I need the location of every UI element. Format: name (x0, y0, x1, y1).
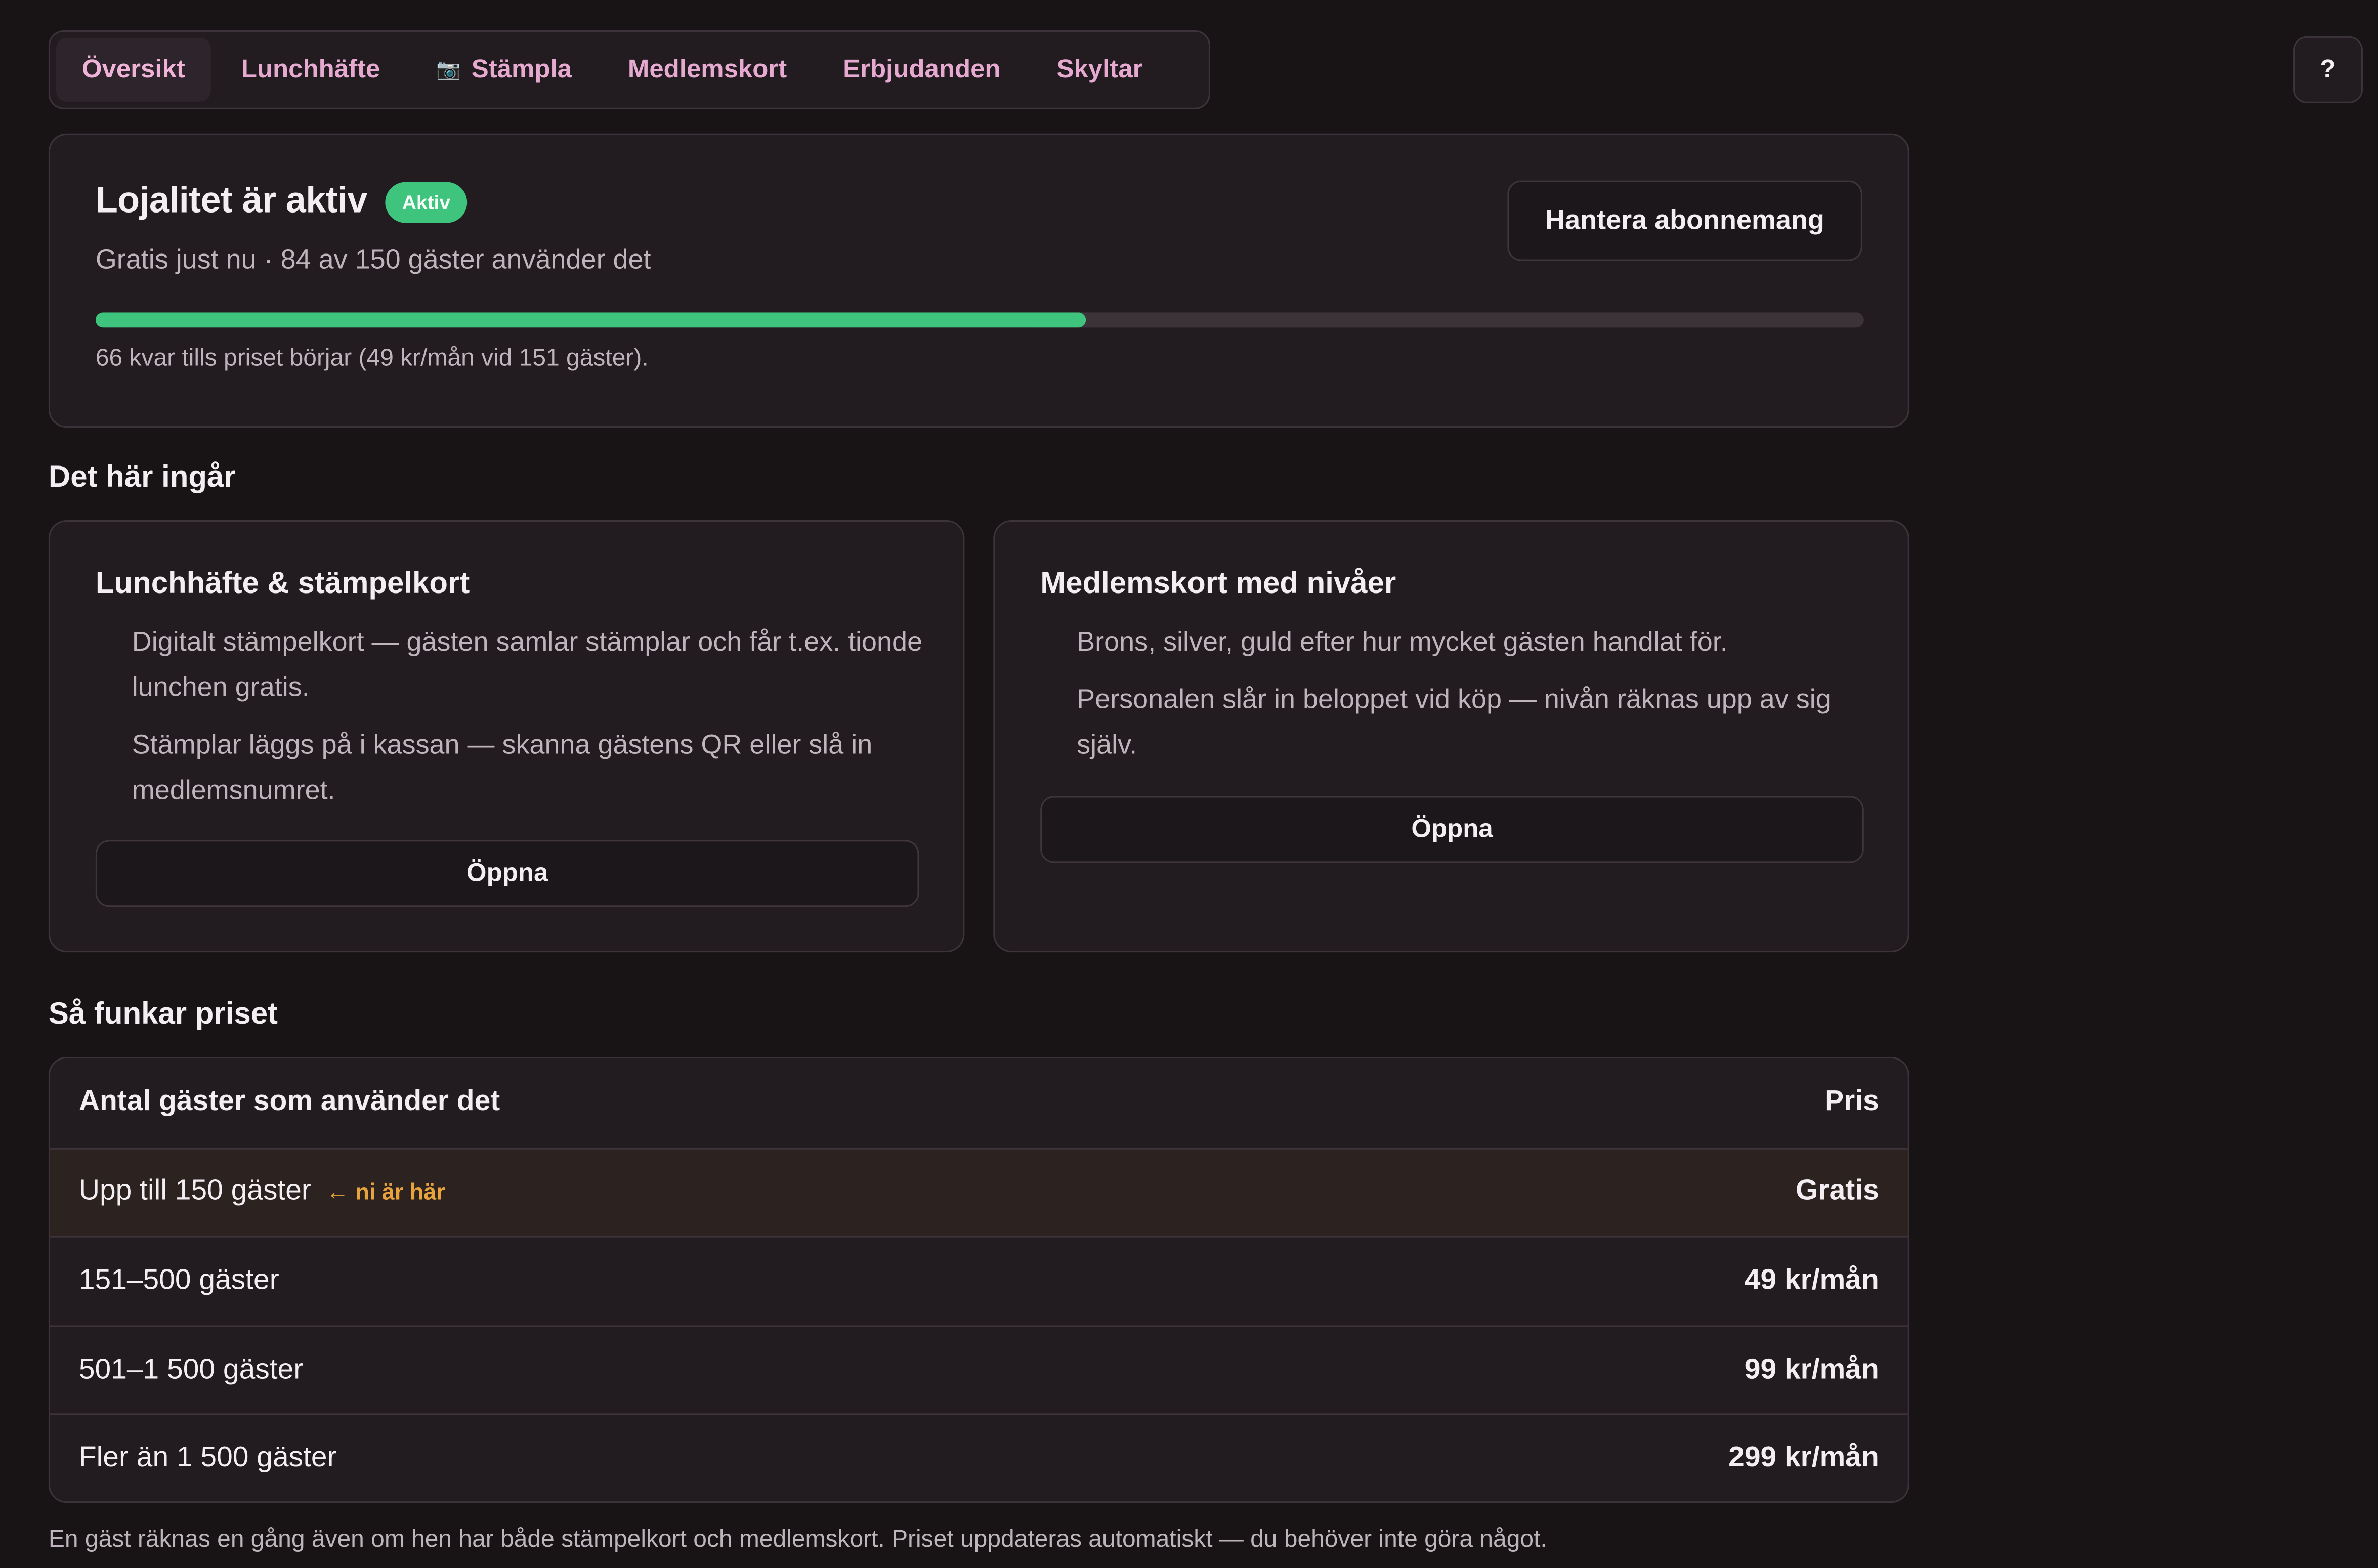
open-membership-button[interactable]: Öppna (1040, 796, 1864, 863)
help-button[interactable]: ? (2293, 36, 2363, 103)
open-lunch-button[interactable]: Öppna (95, 840, 919, 907)
pricing-row-price: 49 kr/mån (1744, 1264, 1879, 1297)
pricing-row-current: Upp till 150 gäster ← ni är här Gratis (50, 1147, 1908, 1237)
feature-card-line: Personalen slår in beloppet vid köp — ni… (1077, 684, 1831, 760)
loyalty-status-card: Lojalitet är aktiv Aktiv Gratis just nu … (48, 133, 1909, 428)
tab-oversikt[interactable]: Översikt (56, 37, 211, 102)
status-title: Lojalitet är aktiv (95, 180, 368, 222)
feature-card-line: Brons, silver, guld efter hur mycket gäs… (1077, 626, 1728, 657)
status-title-row: Lojalitet är aktiv Aktiv (95, 180, 468, 223)
tab-erbjudanden[interactable]: Erbjudanden (817, 38, 1026, 102)
pricing-row-guests: Fler än 1 500 gäster (78, 1442, 337, 1474)
guest-progress-fill (95, 312, 1086, 328)
feature-card-title: Lunchhäfte & stämpelkort (95, 567, 470, 601)
pricing-row-guests-label: Upp till 150 gäster (78, 1175, 311, 1208)
tab-stampla[interactable]: 📷 Stämpla (410, 38, 598, 102)
pricing-row: 501–1 500 gäster 99 kr/mån (50, 1325, 1908, 1414)
pricing-heading: Så funkar priset (48, 998, 278, 1032)
feature-card-line: Stämplar läggs på i kassan — skanna gäst… (132, 729, 873, 806)
camera-icon: 📷 (436, 57, 461, 80)
tab-stampla-label: Stämpla (471, 54, 572, 83)
pricing-row-guests: 501–1 500 gäster (78, 1353, 304, 1386)
feature-card-list: Digitalt stämpelkort — gästen samlar stä… (132, 619, 936, 825)
feature-card-lunch: Lunchhäfte & stämpelkort Digitalt stämpe… (48, 520, 965, 953)
pricing-row-guests: 151–500 gäster (78, 1264, 279, 1297)
status-subtitle: Gratis just nu · 84 av 150 gäster använd… (95, 244, 651, 275)
pricing-row-price: 299 kr/mån (1728, 1442, 1879, 1474)
column-header-price: Pris (1824, 1086, 1879, 1118)
guest-progress-bar (95, 312, 1864, 328)
column-header-guests: Antal gäster som använder det (78, 1086, 500, 1118)
feature-card-list: Brons, silver, guld efter hur mycket gäs… (1077, 619, 1881, 780)
pricing-footnote: En gäst räknas en gång även om hen har b… (48, 1527, 1547, 1553)
pricing-row-price: 99 kr/mån (1744, 1353, 1879, 1386)
main-tabs: Översikt Lunchhäfte 📷 Stämpla Medlemskor… (48, 30, 1210, 109)
feature-card-line: Digitalt stämpelkort — gästen samlar stä… (132, 626, 923, 702)
pricing-row-guests: Upp till 150 gäster ← ni är här (79, 1176, 445, 1209)
included-heading: Det här ingår (48, 461, 236, 495)
feature-card-membership: Medlemskort med nivåer Brons, silver, gu… (993, 520, 1909, 953)
pricing-row-price: Gratis (1796, 1175, 1879, 1208)
feature-card-title: Medlemskort med nivåer (1040, 567, 1396, 601)
you-are-here-marker: ← ni är här (326, 1180, 445, 1206)
tab-lunchhafte[interactable]: Lunchhäfte (216, 38, 406, 102)
status-badge: Aktiv (385, 181, 468, 223)
pricing-table: Antal gäster som använder det Pris Upp t… (48, 1056, 1909, 1503)
manage-subscription-button[interactable]: Hantera abonnemang (1507, 180, 1862, 261)
pricing-row: Fler än 1 500 gäster 299 kr/mån (50, 1414, 1908, 1501)
pricing-row: 151–500 gäster 49 kr/mån (50, 1236, 1908, 1325)
progress-note: 66 kvar tills priset börjar (49 kr/mån v… (95, 346, 649, 372)
tab-skyltar[interactable]: Skyltar (1031, 38, 1169, 102)
tab-medlemskort[interactable]: Medlemskort (602, 38, 813, 102)
pricing-table-header: Antal gäster som använder det Pris (50, 1058, 1908, 1148)
